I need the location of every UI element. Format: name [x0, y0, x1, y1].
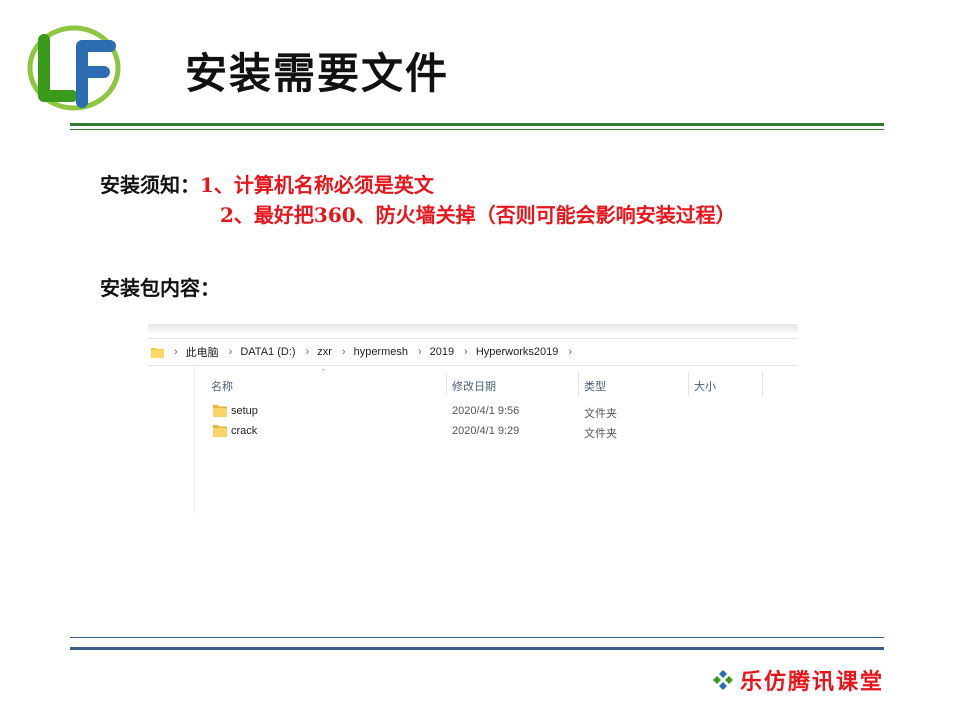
file-modified: 2020/4/1 9:29 [452, 425, 520, 437]
file-explorer-window: › 此电脑 › DATA1 (D:) › zxr › hypermesh › 2019 ›… [148, 324, 798, 514]
chevron-right-icon: › [464, 346, 468, 358]
column-header-row: ˇ 名称 修改日期 类型 大小 [196, 368, 796, 396]
column-header-name[interactable]: 名称 [211, 378, 233, 394]
folder-icon [213, 425, 227, 437]
column-header-size[interactable]: 大小 [694, 378, 716, 394]
breadcrumb-item[interactable]: 2019 › [430, 346, 476, 358]
column-divider[interactable] [762, 372, 763, 396]
column-header-modified[interactable]: 修改日期 [452, 378, 496, 394]
column-divider[interactable] [446, 372, 447, 396]
sort-caret-icon: ˇ [322, 368, 325, 378]
breadcrumb-separator-root[interactable]: › [170, 346, 186, 358]
notice-line-1: 安装须知：1、计算机名称必须是英文 [100, 170, 736, 200]
breadcrumb-item[interactable]: DATA1 (D:) › [240, 346, 317, 358]
chevron-right-icon: › [305, 346, 310, 358]
chevron-right-icon: › [418, 346, 422, 358]
footer-rule-thin [70, 637, 884, 638]
package-label: 安装包内容： [100, 276, 220, 300]
breadcrumb-item[interactable]: zxr › [317, 346, 353, 358]
navigation-pane [148, 366, 195, 514]
column-divider[interactable] [688, 372, 689, 396]
lf-logo [27, 25, 121, 111]
footer-rule-thick [70, 647, 884, 650]
file-modified: 2020/4/1 9:56 [452, 405, 520, 417]
chevron-right-icon: › [568, 346, 573, 358]
column-header-type[interactable]: 类型 [584, 378, 606, 394]
four-diamond-dots-icon [713, 670, 733, 690]
slide-title: 安装需要文件 [185, 49, 450, 98]
address-bar[interactable]: › 此电脑 › DATA1 (D:) › zxr › hypermesh › 2019 ›… [148, 338, 798, 366]
chevron-right-icon: › [341, 346, 346, 358]
folder-icon [213, 405, 227, 417]
notice-item-2: 2、最好把360、防火墙关掉（否则可能会影响安装过程） [220, 203, 736, 227]
folder-icon [151, 347, 164, 358]
breadcrumb-item[interactable]: hypermesh › [354, 346, 430, 358]
chevron-right-icon: › [174, 346, 178, 358]
header-rule-thin [70, 129, 884, 130]
footer-brand: 乐仿腾讯课堂 [712, 664, 884, 696]
breadcrumb-item[interactable]: 此电脑 › [186, 344, 241, 360]
file-name: setup [231, 405, 258, 417]
footer-brand-text: 乐仿腾讯课堂 [740, 669, 885, 695]
file-row[interactable]: crack 2020/4/1 9:29 文件夹 [196, 422, 796, 442]
breadcrumb-item[interactable]: Hyperworks2019 › [476, 346, 580, 358]
file-row[interactable]: setup 2020/4/1 9:56 文件夹 [196, 402, 796, 422]
file-type: 文件夹 [584, 408, 617, 420]
file-type: 文件夹 [584, 428, 617, 440]
header-rule-thick [70, 123, 884, 126]
notice-label: 安装须知： [100, 173, 200, 197]
chevron-right-icon: › [228, 346, 233, 358]
window-top-strip [148, 324, 798, 332]
file-name: crack [231, 425, 258, 437]
install-notice: 安装须知：1、计算机名称必须是英文 2、最好把360、防火墙关掉（否则可能会影响… [100, 170, 736, 230]
column-divider[interactable] [578, 372, 579, 396]
notice-item-1: 1、计算机名称必须是英文 [200, 173, 434, 197]
notice-line-2: 2、最好把360、防火墙关掉（否则可能会影响安装过程） [100, 200, 736, 230]
